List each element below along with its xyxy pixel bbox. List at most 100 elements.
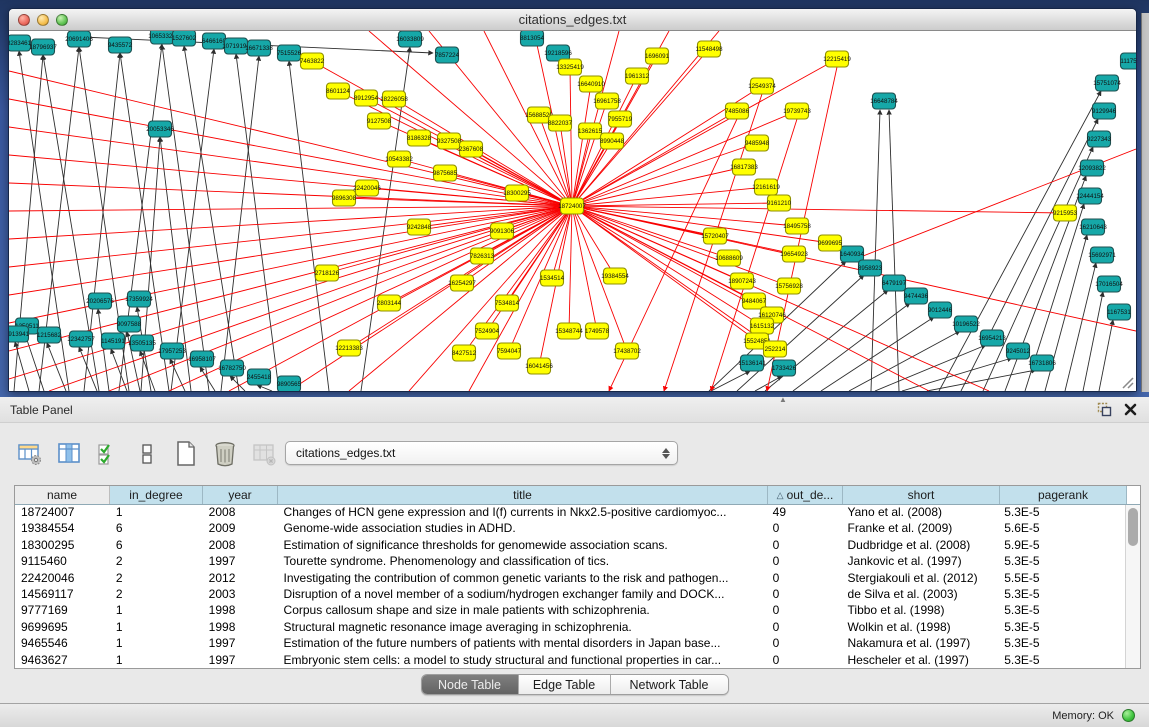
- column-header-out_de[interactable]: △out_de...: [768, 486, 843, 504]
- window-zoom-button[interactable]: [56, 14, 68, 26]
- graph-node[interactable]: 17016504: [1095, 276, 1123, 292]
- window-close-button[interactable]: [18, 14, 30, 26]
- graph-node[interactable]: 1749578: [585, 323, 610, 339]
- graph-node[interactable]: 2718126: [315, 265, 340, 281]
- graph-node[interactable]: 1362615: [578, 123, 603, 139]
- graph-node[interactable]: 1615132: [750, 318, 775, 334]
- graph-node[interactable]: 12213383: [335, 340, 363, 356]
- graph-node[interactable]: 15348744: [555, 323, 583, 339]
- graph-node[interactable]: 2455418: [247, 369, 272, 385]
- graph-node[interactable]: 7826313: [470, 248, 495, 264]
- tab-node-table[interactable]: Node Table: [422, 675, 518, 694]
- graph-node[interactable]: 1215682: [37, 327, 62, 343]
- new-table-icon[interactable]: [172, 440, 200, 468]
- graph-node[interactable]: 20053346: [146, 121, 174, 137]
- graph-node[interactable]: 7463822: [300, 53, 325, 69]
- tab-edge-table[interactable]: Edge Table: [518, 675, 610, 694]
- table-row[interactable]: 946554611997Estimation of the future num…: [15, 636, 1125, 652]
- graph-node[interactable]: 18495758: [783, 218, 811, 234]
- graph-node[interactable]: 1117534: [1120, 53, 1136, 69]
- graph-node[interactable]: 7857224: [435, 47, 460, 63]
- graph-node[interactable]: 1696091: [645, 48, 670, 64]
- column-header-in_degree[interactable]: in_degree: [110, 486, 203, 504]
- column-header-short[interactable]: short: [843, 486, 1000, 504]
- graph-node[interactable]: 16817383: [730, 159, 758, 175]
- graph-node[interactable]: 16210643: [1079, 219, 1107, 235]
- table-row[interactable]: 2242004622012Investigating the contribut…: [15, 571, 1125, 587]
- table-settings-icon[interactable]: [16, 440, 44, 468]
- graph-node[interactable]: 9215953: [1053, 205, 1078, 221]
- graph-node[interactable]: 11548498: [695, 41, 723, 57]
- graph-node[interactable]: 16958107: [188, 351, 216, 367]
- graph-node[interactable]: 12342757: [67, 331, 95, 347]
- column-header-year[interactable]: year: [203, 486, 278, 504]
- graph-node[interactable]: 16954213: [978, 330, 1006, 346]
- graph-node[interactable]: 20206576: [86, 293, 114, 309]
- graph-node[interactable]: 20691406: [65, 31, 93, 47]
- row-height-icon[interactable]: [133, 440, 161, 468]
- graph-node[interactable]: 16961758: [593, 93, 621, 109]
- graph-node[interactable]: 17438702: [613, 343, 641, 359]
- graph-node[interactable]: 18300295: [503, 185, 531, 201]
- network-canvas[interactable]: 8283461187969372069140694355721065332815…: [9, 31, 1136, 391]
- graph-node[interactable]: 16671338: [245, 40, 273, 56]
- graph-node[interactable]: 1145191: [101, 333, 125, 349]
- show-columns-icon[interactable]: [55, 440, 83, 468]
- column-header-name[interactable]: name: [15, 486, 110, 504]
- tab-network-table[interactable]: Network Table: [610, 675, 728, 694]
- table-row[interactable]: 1938455462009Genome-wide association stu…: [15, 521, 1125, 537]
- graph-node[interactable]: 9097588: [117, 316, 142, 332]
- graph-node[interactable]: 22420046: [353, 180, 381, 196]
- graph-node[interactable]: 8912954: [354, 90, 379, 106]
- graph-node[interactable]: 7524904: [475, 323, 500, 339]
- graph-node[interactable]: 18796937: [29, 39, 57, 55]
- graph-node[interactable]: 1733426: [772, 360, 797, 376]
- graph-node[interactable]: 15136141: [738, 355, 766, 371]
- table-row[interactable]: 1830029562008Estimation of significance …: [15, 538, 1125, 554]
- table-row[interactable]: 1456911722003Disruption of a novel membe…: [15, 587, 1125, 603]
- table-row[interactable]: 911546021997Tourette syndrome. Phenomeno…: [15, 554, 1125, 570]
- graph-node[interactable]: 9012446: [928, 302, 953, 318]
- graph-node[interactable]: 7594047: [497, 343, 522, 359]
- graph-node[interactable]: 15720407: [701, 228, 729, 244]
- graph-node[interactable]: 2367608: [459, 141, 484, 157]
- graph-node[interactable]: 7515526: [277, 45, 302, 61]
- graph-node[interactable]: 9896308: [332, 190, 357, 206]
- graph-node[interactable]: 16033809: [396, 31, 424, 47]
- graph-node[interactable]: 12549374: [748, 78, 776, 94]
- graph-node[interactable]: 1534514: [540, 270, 565, 286]
- graph-node[interactable]: 10688609: [715, 250, 743, 266]
- table-vertical-scrollbar[interactable]: [1125, 505, 1140, 668]
- graph-node[interactable]: 7955719: [608, 111, 633, 127]
- table-row[interactable]: 946362711997Embryonic stem cells: a mode…: [15, 653, 1125, 668]
- graph-node[interactable]: 16640910: [577, 76, 605, 92]
- graph-node[interactable]: 10196522: [952, 316, 980, 332]
- graph-node[interactable]: 9245012: [1006, 343, 1031, 359]
- graph-node[interactable]: 9227343: [1087, 131, 1112, 147]
- graph-node[interactable]: 1527602: [172, 31, 197, 46]
- graph-node[interactable]: 252214: [764, 341, 787, 357]
- close-panel-icon[interactable]: [1124, 403, 1137, 416]
- graph-node[interactable]: 9127508: [367, 113, 392, 129]
- graph-node[interactable]: 9327508: [437, 133, 462, 149]
- graph-node[interactable]: 15751074: [1093, 75, 1121, 91]
- graph-node[interactable]: 16731806: [1028, 355, 1056, 371]
- graph-node[interactable]: 19654923: [780, 246, 808, 262]
- graph-node[interactable]: 3913941: [9, 326, 30, 342]
- window-resize-grip[interactable]: [1120, 375, 1134, 389]
- select-columns-icon[interactable]: [94, 440, 122, 468]
- graph-node[interactable]: 15692971: [1088, 247, 1116, 263]
- graph-node[interactable]: 8958923: [858, 260, 883, 276]
- graph-node[interactable]: 6479197: [882, 275, 907, 291]
- table-selector-dropdown[interactable]: citations_edges.txt: [285, 441, 678, 465]
- graph-node[interactable]: 9875685: [433, 165, 458, 181]
- graph-node[interactable]: 9161210: [767, 195, 792, 211]
- column-header-title[interactable]: title: [278, 486, 768, 504]
- graph-node[interactable]: 16782750: [218, 360, 246, 376]
- graph-node[interactable]: 12444154: [1076, 188, 1104, 204]
- graph-node[interactable]: 10543382: [385, 151, 413, 167]
- graph-node[interactable]: 9091306: [490, 223, 515, 239]
- graph-node[interactable]: 16254297: [448, 275, 476, 291]
- graph-node[interactable]: 18226058: [380, 91, 408, 107]
- table-row[interactable]: 969969511998Structural magnetic resonanc…: [15, 620, 1125, 636]
